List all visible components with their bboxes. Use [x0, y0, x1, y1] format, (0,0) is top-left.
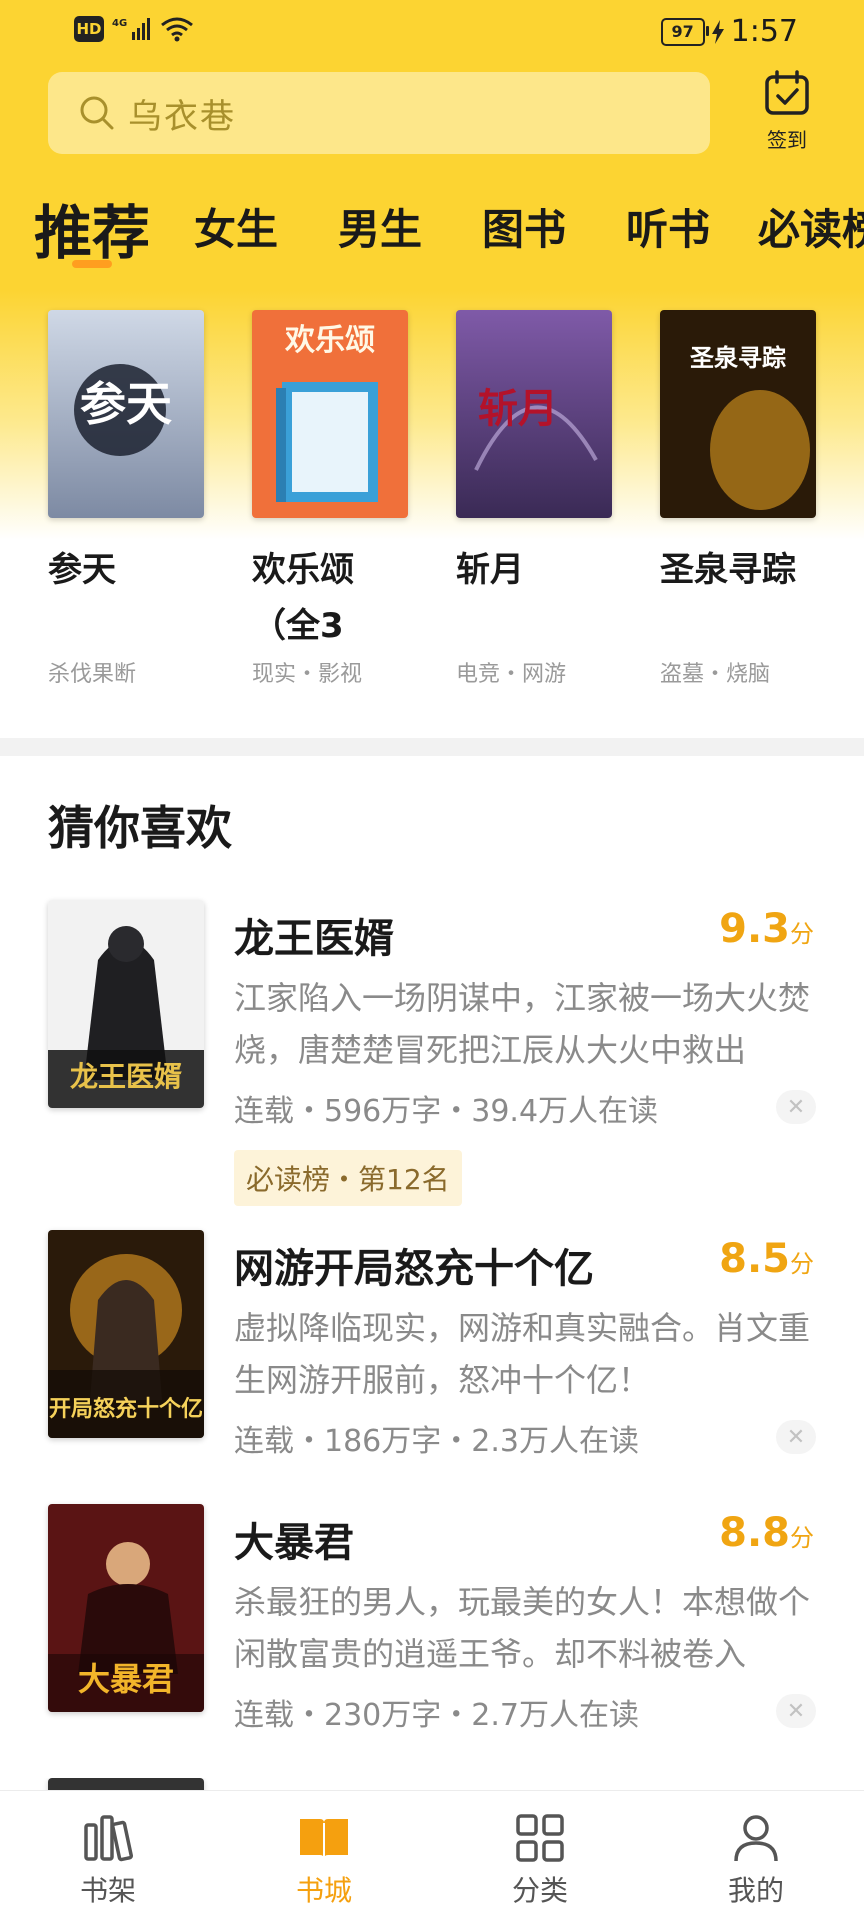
- hd-badge: HD: [74, 16, 104, 42]
- book-name: 网游开局怒充十个亿: [234, 1246, 594, 1292]
- book-score: 9.3分: [719, 906, 814, 952]
- tab-male[interactable]: 男生: [338, 196, 422, 257]
- section-title: 猜你喜欢: [48, 801, 232, 855]
- calendar-check-icon: [765, 70, 809, 115]
- book-name: 大暴君: [234, 1520, 354, 1566]
- nav-category[interactable]: 分类: [432, 1791, 648, 1920]
- dismiss-button[interactable]: ✕: [776, 1694, 816, 1728]
- book-title: 斩月: [456, 550, 524, 590]
- bookstore-icon: [300, 1819, 348, 1859]
- book-title: 参天: [48, 550, 116, 590]
- score-unit: 分: [790, 1524, 814, 1552]
- book-name: 龙王医婿: [234, 916, 394, 962]
- search-placeholder: 乌衣巷: [128, 96, 236, 137]
- tab-audio[interactable]: 听书: [626, 196, 710, 257]
- nav-label: 书城: [295, 1874, 352, 1907]
- close-icon: ✕: [786, 1698, 806, 1724]
- section-divider: [0, 738, 864, 756]
- active-tab-indicator: [72, 260, 112, 268]
- svg-text:斩月: 斩月: [478, 385, 558, 432]
- svg-text:欢乐颂: 欢乐颂: [284, 323, 375, 358]
- channel-tabs: 推荐 女生 男生 图书 听书 必读榜: [34, 186, 864, 266]
- recommend-item-partial[interactable]: [0, 1778, 864, 1790]
- svg-text:参天: 参天: [80, 377, 172, 431]
- app-root: HD 4G 97 1:57 乌衣巷 签到 推荐 女生 男生 图书 听书 必读榜 …: [0, 0, 864, 1920]
- nav-profile[interactable]: 我的: [648, 1791, 864, 1920]
- tab-recommend[interactable]: 推荐: [34, 186, 150, 266]
- book-cover: 参天: [48, 310, 204, 518]
- score-unit: 分: [790, 920, 814, 948]
- tab-female[interactable]: 女生: [194, 196, 278, 257]
- book-cover: 圣泉寻踪: [660, 310, 816, 518]
- book-meta: 连载・596万字・39.4万人在读: [234, 1094, 659, 1129]
- book-description: 杀最狂的男人，玩最美的女人！本想做个闲散富贵的逍遥王爷。却不料被卷入: [234, 1583, 811, 1673]
- featured-book[interactable]: 参天 参天 杀伐果断: [48, 310, 208, 687]
- charging-icon: [711, 19, 724, 44]
- book-cover: 大暴君: [48, 1504, 204, 1712]
- book-cover: 斩月: [456, 310, 612, 518]
- book-cover: 欢乐颂: [252, 310, 408, 518]
- score-value: 9.3: [719, 906, 790, 952]
- book-description: 江家陷入一场阴谋中，江家被一场大火焚烧，唐楚楚冒死把江辰从大火中救出: [234, 979, 811, 1069]
- battery-indicator: 97: [660, 17, 709, 46]
- book-meta: 连载・230万字・2.7万人在读: [234, 1698, 639, 1733]
- score-value: 8.5: [719, 1236, 790, 1282]
- bottom-nav: 书架 书城 分类 我的: [0, 1790, 864, 1920]
- nav-label: 我的: [727, 1874, 784, 1907]
- status-right: 97 1:57: [660, 14, 798, 49]
- checkin-button[interactable]: 签到: [748, 70, 826, 160]
- book-description: 虚拟降临现实，网游和真实融合。肖文重生网游开服前，怒冲十个亿！: [234, 1309, 811, 1399]
- featured-book[interactable]: 欢乐颂 欢乐颂（全3 现实・影视: [252, 310, 412, 687]
- status-bar: HD 4G 97 1:57: [0, 0, 864, 62]
- search-icon: [80, 96, 114, 130]
- featured-book[interactable]: 斩月 斩月 电竞・网游: [456, 310, 616, 687]
- book-tags: 现实・影视: [252, 662, 363, 687]
- close-icon: ✕: [786, 1094, 806, 1120]
- bookshelf-icon: [84, 1815, 133, 1862]
- signal-icon: 4G: [112, 18, 150, 40]
- book-tags: 电竞・网游: [456, 662, 567, 687]
- nav-bookstore[interactable]: 书城: [216, 1791, 432, 1920]
- book-score: 8.8分: [719, 1510, 814, 1556]
- category-grid-icon: [516, 1814, 564, 1862]
- featured-books: 参天 参天 杀伐果断 欢乐颂 欢乐颂（全3 现实・影视 斩月 斩月 电竞・网游 …: [0, 310, 864, 700]
- book-cover: 开局怒充十个亿: [48, 1230, 204, 1438]
- book-cover: 龙王医婿: [48, 900, 204, 1108]
- book-score: 8.5分: [719, 1236, 814, 1282]
- search-bar[interactable]: 乌衣巷: [48, 72, 710, 154]
- book-title: 欢乐颂（全3: [252, 550, 354, 646]
- nav-label: 分类: [511, 1874, 568, 1907]
- clock: 1:57: [730, 14, 798, 49]
- rank-badge[interactable]: 必读榜・第12名: [234, 1150, 462, 1206]
- wifi-icon: [161, 17, 193, 42]
- book-title: 圣泉寻踪: [660, 550, 796, 590]
- svg-text:圣泉寻踪: 圣泉寻踪: [690, 343, 786, 372]
- book-cover: [48, 1778, 204, 1790]
- nav-label: 书架: [79, 1874, 136, 1907]
- svg-text:4G: 4G: [112, 18, 127, 29]
- svg-text:龙王医婿: 龙王医婿: [70, 1060, 182, 1093]
- book-tags: 杀伐果断: [48, 662, 137, 687]
- svg-text:大暴君: 大暴君: [78, 1660, 174, 1698]
- svg-text:开局怒充十个亿: 开局怒充十个亿: [49, 1396, 203, 1422]
- book-meta: 连载・186万字・2.3万人在读: [234, 1424, 639, 1459]
- book-tags: 盗墓・烧脑: [660, 662, 771, 687]
- status-left: HD 4G: [74, 16, 194, 42]
- score-value: 8.8: [719, 1510, 790, 1556]
- nav-bookshelf[interactable]: 书架: [0, 1791, 216, 1920]
- close-icon: ✕: [786, 1424, 806, 1450]
- profile-icon: [734, 1815, 778, 1862]
- dismiss-button[interactable]: ✕: [776, 1420, 816, 1454]
- featured-book[interactable]: 圣泉寻踪 圣泉寻踪 盗墓・烧脑: [660, 310, 820, 687]
- tab-must-read[interactable]: 必读榜: [758, 196, 864, 257]
- dismiss-button[interactable]: ✕: [776, 1090, 816, 1124]
- score-unit: 分: [790, 1250, 814, 1278]
- checkin-label: 签到: [767, 128, 807, 152]
- tab-books[interactable]: 图书: [482, 196, 566, 257]
